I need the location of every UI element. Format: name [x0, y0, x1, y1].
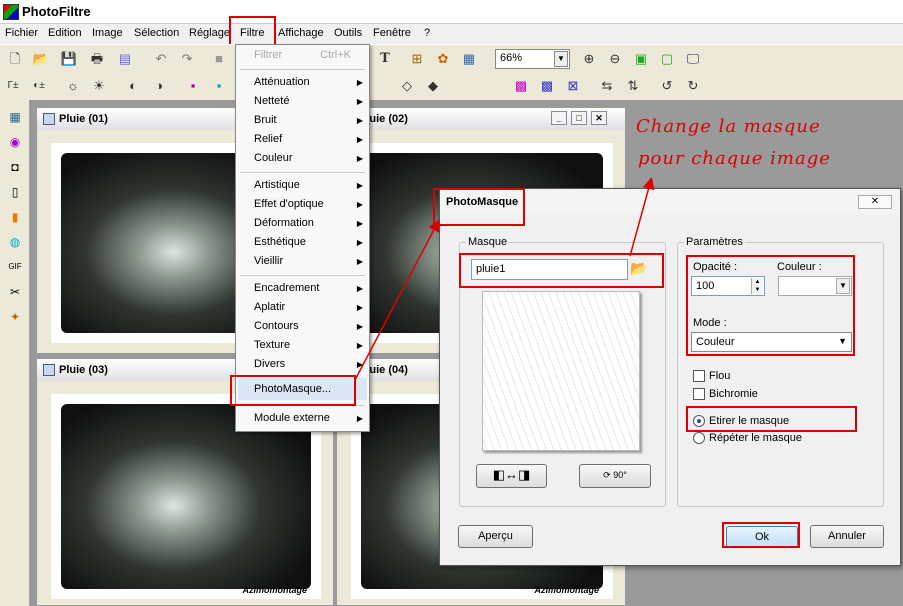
- arrow-to-dialog: [354, 219, 440, 381]
- annotation-arrows: [354, 177, 655, 381]
- arrow-to-annotation: [629, 177, 655, 257]
